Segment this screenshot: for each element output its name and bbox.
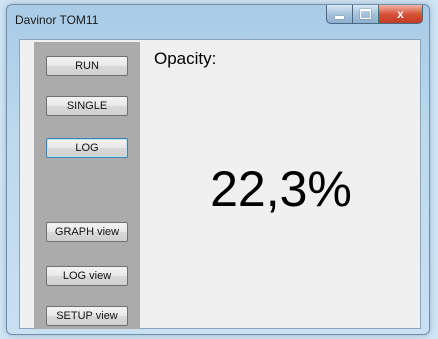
graph-view-button[interactable]: GRAPH view xyxy=(46,222,128,242)
window-title: Davinor TOM11 xyxy=(15,13,99,27)
maximize-icon xyxy=(360,9,371,19)
client-area: RUN SINGLE LOG GRAPH view LOG view SETUP… xyxy=(19,39,421,329)
opacity-label: Opacity: xyxy=(154,49,217,68)
minimize-button[interactable] xyxy=(326,5,353,24)
log-button[interactable]: LOG xyxy=(46,138,128,158)
app-window: Davinor TOM11 x RUN SINGLE LOG GRAPH vie… xyxy=(6,4,430,335)
close-button[interactable]: x xyxy=(379,5,423,24)
maximize-button[interactable] xyxy=(353,5,379,24)
setup-view-button[interactable]: SETUP view xyxy=(46,306,128,326)
close-icon: x xyxy=(397,7,404,21)
opacity-value: 22,3% xyxy=(210,161,352,217)
log-view-button[interactable]: LOG view xyxy=(46,266,128,286)
title-bar[interactable]: Davinor TOM11 x xyxy=(7,5,429,35)
sidebar: RUN SINGLE LOG GRAPH view LOG view SETUP… xyxy=(34,42,140,329)
single-button[interactable]: SINGLE xyxy=(46,96,128,116)
caption-buttons: x xyxy=(326,5,423,25)
minimize-icon xyxy=(335,15,344,19)
run-button[interactable]: RUN xyxy=(46,56,128,76)
